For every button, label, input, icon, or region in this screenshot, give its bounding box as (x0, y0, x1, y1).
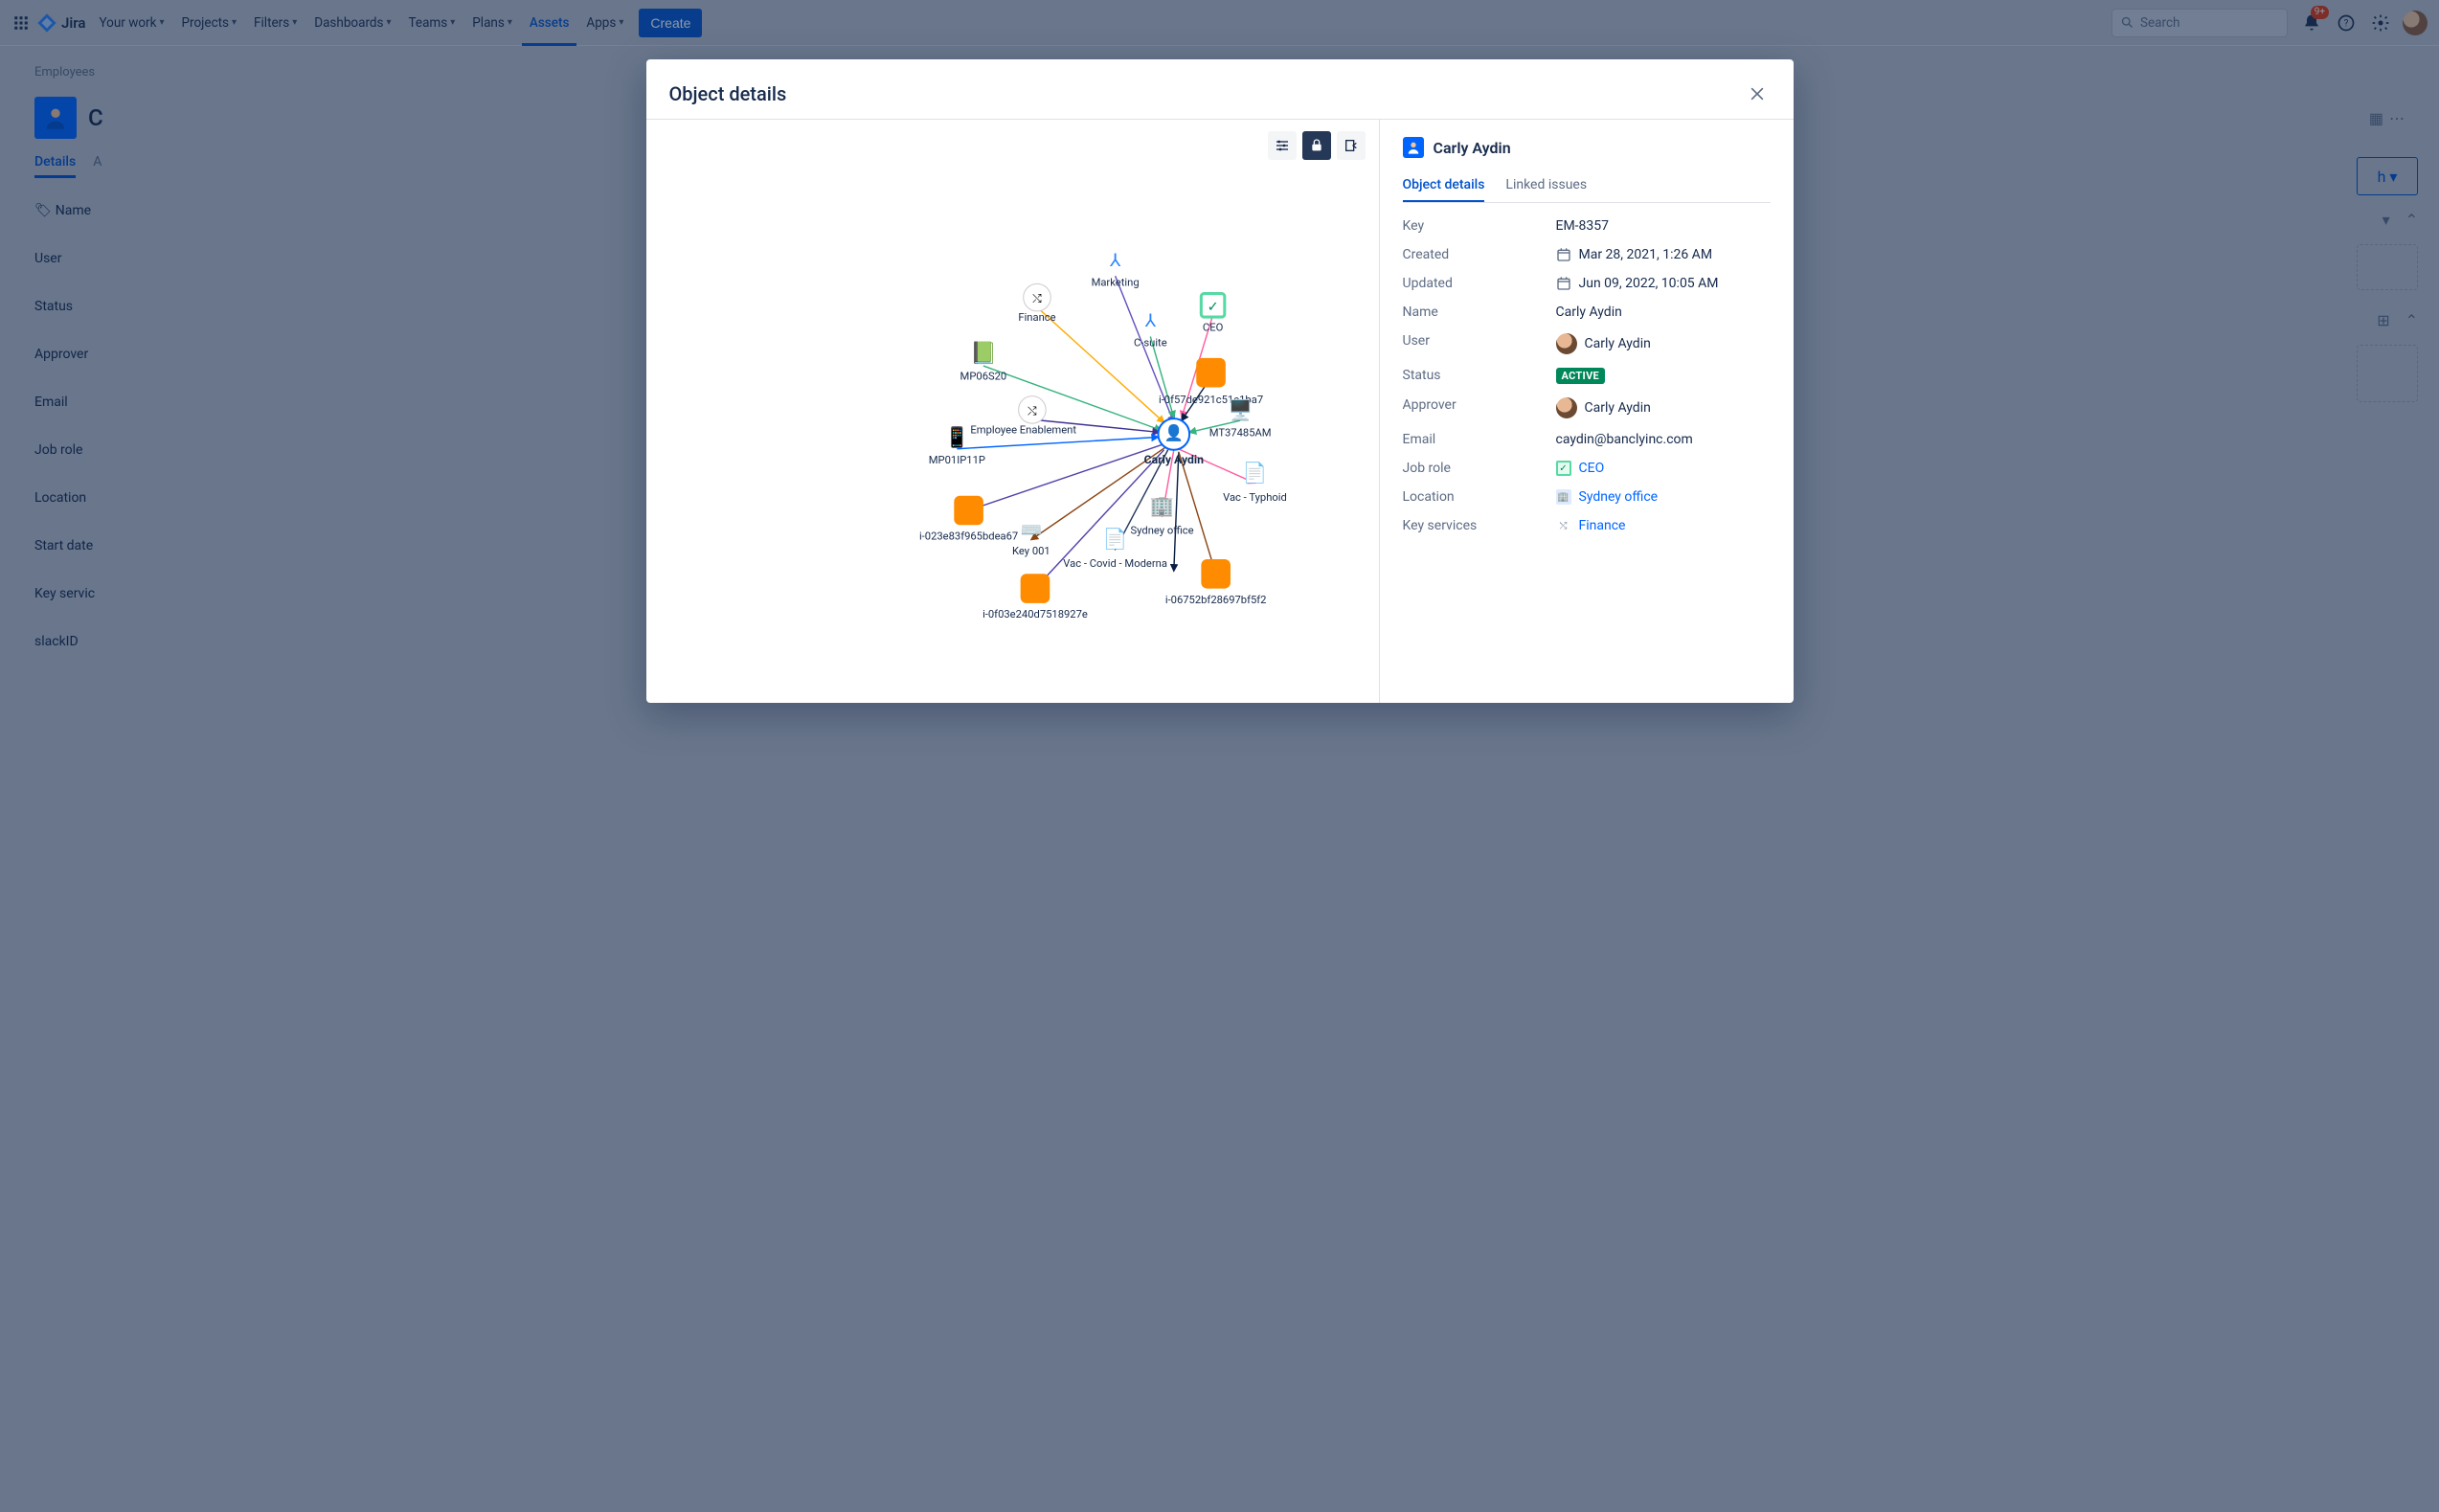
svg-text:i-0f03e240d7518927e: i-0f03e240d7518927e (982, 608, 1088, 621)
svg-text:👤: 👤 (1163, 424, 1183, 442)
field-status-value: ACTIVE (1556, 368, 1771, 384)
field-approver-value: Carly Aydin (1556, 397, 1771, 418)
node-i023[interactable]: i-023e83f965bdea67 (918, 496, 1017, 543)
field-keyservices-value: ⤭ Finance (1556, 518, 1771, 533)
svg-text:Vac - Covid - Moderna: Vac - Covid - Moderna (1063, 557, 1167, 570)
modal-overlay: Object details (0, 0, 2439, 1512)
svg-text:⅄: ⅄ (1143, 311, 1156, 331)
field-created-label: Created (1403, 247, 1547, 262)
svg-text:📱: 📱 (944, 426, 968, 449)
field-location-value: 🏢 Sydney office (1556, 489, 1771, 505)
detail-pane: Carly Aydin Object details Linked issues… (1380, 120, 1794, 703)
share-icon: ⤭ (1556, 518, 1571, 533)
close-icon[interactable] (1744, 80, 1771, 107)
field-created-value: Mar 28, 2021, 1:26 AM (1556, 247, 1771, 262)
svg-text:Vac - Typhoid: Vac - Typhoid (1223, 491, 1287, 504)
field-email-value: caydin@banclyinc.com (1556, 432, 1771, 447)
field-status-label: Status (1403, 368, 1547, 384)
field-jobrole-label: Job role (1403, 461, 1547, 476)
svg-text:Key 001: Key 001 (1012, 545, 1050, 557)
field-keyservices-label: Key services (1403, 518, 1547, 533)
field-jobrole-value: ✓ CEO (1556, 461, 1771, 476)
svg-text:⌨️: ⌨️ (1020, 521, 1042, 541)
building-icon: 🏢 (1556, 489, 1571, 505)
status-badge: ACTIVE (1556, 368, 1606, 384)
field-user-label: User (1403, 333, 1547, 354)
svg-text:🖥️: 🖥️ (1228, 398, 1252, 421)
graph-canvas[interactable]: 👤 Carly Aydin ⅄ Marketing ⅄ C-suite ✓ CEO ⤭… (646, 120, 1379, 703)
object-details-modal: Object details (646, 59, 1794, 703)
node-i0f03[interactable]: i-0f03e240d7518927e (982, 574, 1088, 621)
field-key-label: Key (1403, 218, 1547, 234)
svg-text:📗: 📗 (969, 341, 996, 366)
user-avatar (1556, 397, 1577, 418)
modal-title: Object details (669, 82, 787, 105)
field-location-label: Location (1403, 489, 1547, 505)
svg-text:🏢: 🏢 (1149, 494, 1173, 517)
field-updated-value: Jun 09, 2022, 10:05 AM (1556, 276, 1771, 291)
node-mp06[interactable]: 📗 MP06S20 (960, 341, 1006, 382)
svg-text:C-suite: C-suite (1133, 337, 1166, 350)
svg-text:MT37485AM: MT37485AM (1208, 426, 1271, 439)
svg-text:MP01IP11P: MP01IP11P (928, 454, 984, 466)
calendar-icon (1556, 276, 1571, 291)
field-approver-label: Approver (1403, 397, 1547, 418)
node-typhoid[interactable]: 📄 Vac - Typhoid (1223, 461, 1287, 503)
check-icon: ✓ (1556, 461, 1571, 476)
node-marketing[interactable]: ⅄ Marketing (1091, 251, 1139, 288)
svg-text:MP06S20: MP06S20 (960, 370, 1006, 382)
node-csuite[interactable]: ⅄ C-suite (1133, 311, 1166, 349)
employee-icon (1403, 137, 1424, 158)
node-empenable[interactable]: ⤭ Employee Enablement (970, 396, 1076, 437)
svg-text:Finance: Finance (1018, 311, 1055, 324)
svg-text:CEO: CEO (1202, 321, 1223, 333)
tab-linked-issues[interactable]: Linked issues (1505, 177, 1587, 202)
field-updated-label: Updated (1403, 276, 1547, 291)
svg-text:📄: 📄 (1242, 461, 1266, 484)
field-email-label: Email (1403, 432, 1547, 447)
svg-text:Marketing: Marketing (1091, 276, 1139, 288)
calendar-icon (1556, 247, 1571, 262)
field-name-label: Name (1403, 305, 1547, 320)
field-key-value: EM-8357 (1556, 218, 1771, 234)
field-user-value: Carly Aydin (1556, 333, 1771, 354)
detail-title: Carly Aydin (1434, 139, 1511, 157)
svg-text:⅄: ⅄ (1108, 251, 1120, 271)
svg-text:Carly Aydin: Carly Aydin (1143, 453, 1204, 466)
svg-text:Sydney office: Sydney office (1130, 524, 1193, 536)
user-avatar (1556, 333, 1577, 354)
svg-text:Employee Enablement: Employee Enablement (970, 423, 1076, 436)
location-link[interactable]: Sydney office (1579, 489, 1659, 505)
node-ceo[interactable]: ✓ CEO (1201, 294, 1224, 334)
tab-object-details[interactable]: Object details (1403, 177, 1485, 202)
svg-text:i-023e83f965bdea67: i-023e83f965bdea67 (918, 530, 1017, 543)
node-finance[interactable]: ⤭ Finance (1018, 283, 1055, 324)
svg-text:✓: ✓ (1207, 300, 1218, 315)
svg-text:⤭: ⤭ (1028, 404, 1037, 417)
field-name-value: Carly Aydin (1556, 305, 1771, 320)
jobrole-link[interactable]: CEO (1579, 461, 1605, 476)
svg-text:i-06752bf28697bf5f2: i-06752bf28697bf5f2 (1164, 594, 1266, 606)
keyservices-link[interactable]: Finance (1579, 518, 1626, 533)
svg-text:⤭: ⤭ (1032, 292, 1042, 305)
node-i0675[interactable]: i-06752bf28697bf5f2 (1164, 559, 1266, 606)
graph-pane[interactable]: 👤 Carly Aydin ⅄ Marketing ⅄ C-suite ✓ CEO ⤭… (646, 120, 1380, 703)
svg-text:📄: 📄 (1102, 528, 1126, 551)
node-sydney[interactable]: 🏢 Sydney office (1130, 494, 1193, 536)
graph-center-node[interactable]: 👤 Carly Aydin (1143, 418, 1204, 466)
